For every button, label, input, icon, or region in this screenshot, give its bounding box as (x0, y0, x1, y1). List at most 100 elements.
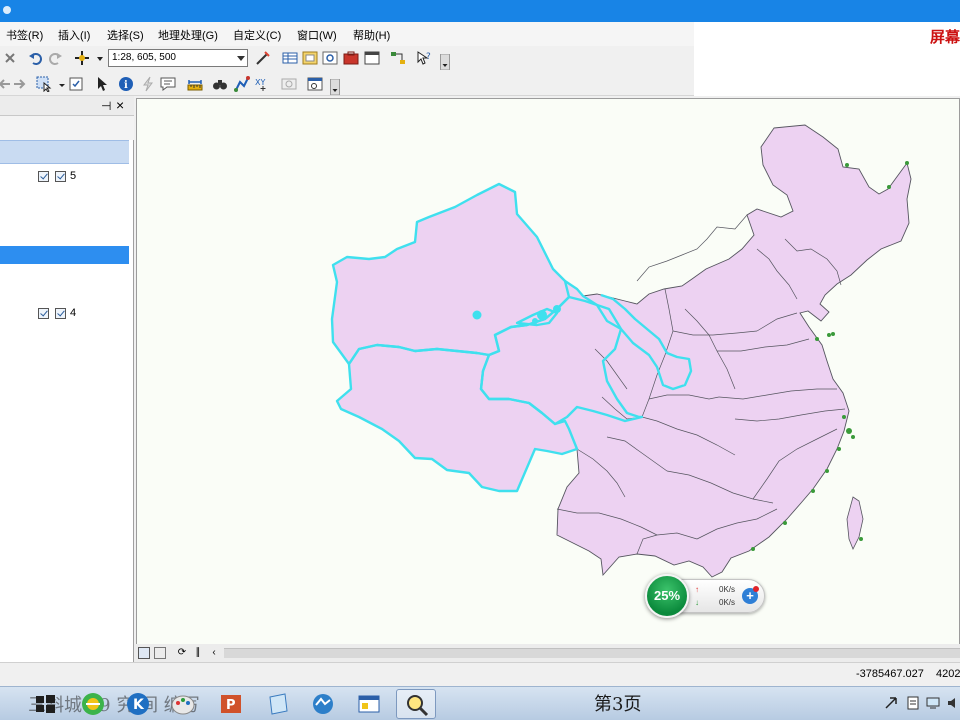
menu-selection[interactable]: 选择(S) (107, 27, 144, 43)
clear-selection-icon[interactable] (68, 76, 84, 92)
time-slider-icon[interactable] (281, 76, 297, 92)
start-windows-icon[interactable] (32, 691, 58, 717)
taskbar-active-app[interactable] (396, 689, 436, 719)
toc-toolbar (0, 116, 134, 140)
arcgis-icon[interactable] (310, 691, 336, 717)
toc-selected-frame[interactable] (0, 140, 129, 164)
tray-document-icon[interactable] (906, 696, 920, 710)
forward-icon[interactable] (12, 76, 28, 92)
arcmap-icon (3, 6, 11, 14)
screen-label: 屏幕 (929, 28, 960, 46)
menu-geoprocessing[interactable]: 地理处理(G) (158, 27, 218, 43)
html-popup-icon[interactable] (160, 76, 176, 92)
tray-network-icon[interactable] (926, 696, 940, 710)
undo-icon[interactable] (27, 50, 43, 66)
table-of-contents: ⊣ × 5 4 (0, 96, 134, 662)
menu-windows[interactable]: 窗口(W) (297, 27, 337, 43)
dropdown-arrow-icon[interactable] (92, 50, 103, 66)
svg-text:K: K (133, 697, 145, 713)
coordinate-x: -3785467.027 (856, 668, 924, 680)
layer-count: 5 (70, 170, 77, 182)
menu-bookmarks[interactable]: 书签(R) (6, 27, 43, 43)
pause-icon[interactable]: ∥ (192, 647, 204, 659)
download-arrow-icon: ↓ (695, 598, 699, 607)
window-app-icon[interactable] (356, 691, 382, 717)
back-icon[interactable] (0, 76, 12, 92)
whats-this-icon[interactable]: ? (416, 50, 432, 66)
menu-customize[interactable]: 自定义(C) (233, 27, 281, 43)
close-icon[interactable]: × (116, 97, 124, 113)
taskbar: 三斜城 39 究 间 编写 K P 第3页 (0, 686, 960, 720)
horizontal-scrollbar[interactable] (224, 648, 960, 658)
svg-text:P: P (226, 698, 236, 713)
tray-arrow-icon[interactable] (884, 696, 898, 710)
map-scale-value: 1:28, 605, 500 (112, 52, 176, 63)
layer-count: 4 (70, 307, 77, 319)
hyperlink-icon[interactable] (140, 76, 156, 92)
taiwan-island[interactable] (846, 496, 864, 550)
table-icon[interactable] (282, 50, 298, 66)
map-view-frame: ⟳ ∥ ‹ (134, 96, 960, 662)
k-app-icon[interactable]: K (125, 691, 151, 717)
china-map (330, 124, 912, 610)
menu-help[interactable]: 帮助(H) (353, 27, 390, 43)
layer-visibility-checkbox[interactable] (55, 308, 66, 319)
add-data-icon[interactable] (74, 50, 90, 66)
search-window-icon[interactable] (322, 50, 338, 66)
upload-arrow-icon: ↑ (695, 585, 699, 594)
chevron-left-icon[interactable]: ‹ (208, 647, 220, 659)
menu-insert[interactable]: 插入(I) (58, 27, 90, 43)
map-bottom-bar: ⟳ ∥ ‹ (134, 644, 960, 662)
tools-toolbar: i XY (0, 72, 694, 96)
tray-volume-icon[interactable] (946, 696, 960, 710)
measure-icon[interactable] (187, 76, 203, 92)
create-viewer-icon[interactable] (307, 76, 323, 92)
identify-icon[interactable]: i (118, 76, 134, 92)
layer-visibility-checkbox[interactable] (38, 308, 49, 319)
memory-percent-badge[interactable]: 25% (645, 574, 689, 618)
chevron-down-icon[interactable] (237, 54, 245, 62)
model-builder-icon[interactable] (390, 50, 406, 66)
go-to-xy-icon[interactable]: XY (255, 76, 271, 92)
paint-icon[interactable] (170, 691, 196, 717)
close-icon[interactable] (2, 50, 18, 66)
browser-360-icon[interactable] (80, 691, 106, 717)
coordinate-y: 4202 (936, 668, 960, 680)
svg-text:?: ? (426, 52, 431, 62)
find-icon[interactable] (212, 76, 228, 92)
upload-speed: 0K/s (719, 585, 736, 594)
map-canvas[interactable] (136, 98, 960, 646)
select-elements-icon[interactable] (94, 76, 110, 92)
toc-header: ⊣ × (0, 96, 134, 116)
network-speed-widget[interactable]: 25% ↑ ↓ 0K/s 0K/s + (645, 574, 765, 618)
editor-icon[interactable] (255, 50, 271, 66)
python-icon[interactable] (364, 50, 380, 66)
notification-dot (753, 586, 759, 592)
pin-icon[interactable]: ⊣ (101, 99, 111, 113)
catalog-icon[interactable] (302, 50, 318, 66)
notes-icon[interactable] (265, 691, 291, 717)
toolbar-options-icon[interactable] (327, 79, 340, 95)
powerpoint-icon[interactable]: P (218, 691, 244, 717)
download-speed: 0K/s (719, 598, 736, 607)
svg-text:XY: XY (255, 78, 265, 87)
toc-selected-layer[interactable] (0, 246, 129, 264)
layout-view-button[interactable] (154, 647, 166, 659)
map-scale-combobox[interactable]: 1:28, 605, 500 (108, 49, 248, 67)
standard-toolbar: 1:28, 605, 500 ? (0, 46, 694, 72)
toolbar-options-icon[interactable] (437, 54, 450, 70)
find-route-icon[interactable] (234, 76, 250, 92)
arctoolbox-icon[interactable] (343, 50, 359, 66)
svg-text:i: i (124, 80, 128, 91)
chevron-down-icon[interactable] (54, 76, 65, 92)
layer-visibility-checkbox[interactable] (38, 171, 49, 182)
redo-icon[interactable] (48, 50, 64, 66)
refresh-icon[interactable]: ⟳ (176, 647, 188, 659)
page-number-label: 第3页 (594, 694, 642, 715)
layer-visibility-checkbox[interactable] (55, 171, 66, 182)
title-bar (0, 0, 960, 22)
menu-bar: 书签(R) 插入(I) 选择(S) 地理处理(G) 自定义(C) 窗口(W) 帮… (0, 22, 694, 46)
data-view-button[interactable] (138, 647, 150, 659)
top-right-area: 屏幕 (694, 22, 960, 96)
select-features-icon[interactable] (36, 76, 52, 92)
